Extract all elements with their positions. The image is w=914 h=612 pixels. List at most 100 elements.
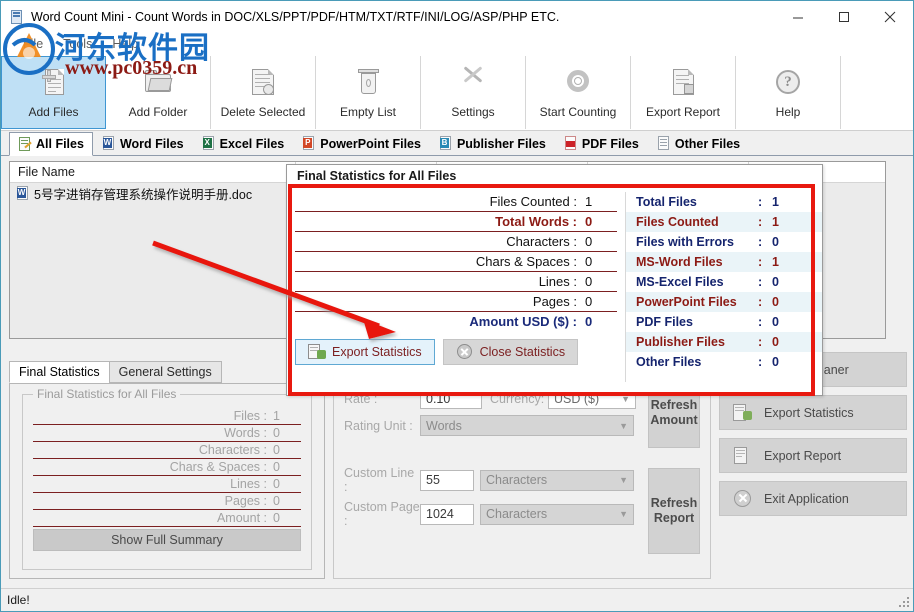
summary-row-publisher-files: Publisher Files : 0 bbox=[626, 332, 822, 352]
summary-value: 1 bbox=[772, 195, 779, 209]
application-window: Word Count Mini - Count Words in DOC/XLS… bbox=[0, 0, 914, 612]
title-bar: Word Count Mini - Count Words in DOC/XLS… bbox=[1, 1, 913, 32]
summary-value: 0 bbox=[772, 335, 779, 349]
summary-label: Files with Errors bbox=[636, 235, 734, 249]
stat-value: 0 bbox=[273, 443, 280, 457]
menu-item-tools[interactable]: Tools bbox=[53, 35, 102, 53]
all-files-icon bbox=[18, 136, 32, 152]
stat-label: Amount USD ($) : bbox=[469, 314, 577, 329]
summary-separator: : bbox=[758, 255, 763, 269]
tab-label: PDF Files bbox=[581, 136, 639, 151]
app-icon bbox=[9, 9, 25, 25]
minimize-button[interactable] bbox=[775, 1, 821, 32]
tab-pdf-files[interactable]: PDF Files bbox=[555, 132, 648, 155]
tab-publisher-files[interactable]: B Publisher Files bbox=[430, 132, 555, 155]
dialog-export-statistics-button[interactable]: Export Statistics bbox=[295, 339, 435, 365]
custom-page-unit-select[interactable]: Characters ▼ bbox=[480, 503, 634, 525]
stat-label: Characters : bbox=[506, 234, 577, 249]
export-report-button[interactable]: Export Report bbox=[719, 438, 907, 473]
export-statistics-button[interactable]: Export Statistics bbox=[719, 395, 907, 430]
summary-separator: : bbox=[758, 195, 763, 209]
toolbar-button-add-files[interactable]: Add Files bbox=[1, 56, 106, 129]
rating-unit-select[interactable]: Words ▼ bbox=[420, 415, 634, 436]
column-header-file-name[interactable]: File Name bbox=[10, 165, 295, 179]
close-button[interactable] bbox=[867, 1, 913, 32]
stat-value: 0 bbox=[585, 254, 593, 269]
stat-value: 0 bbox=[585, 234, 593, 249]
toolbar-label: Help bbox=[775, 104, 801, 119]
tab-powerpoint-files[interactable]: P PowerPoint Files bbox=[293, 132, 430, 155]
chevron-down-icon: ▼ bbox=[619, 475, 628, 485]
chevron-down-icon: ▼ bbox=[619, 420, 628, 431]
dialog-title: Final Statistics for All Files bbox=[297, 169, 457, 183]
word-file-icon: W bbox=[102, 136, 116, 151]
resize-grip-icon[interactable] bbox=[899, 597, 909, 607]
tab-other-files[interactable]: Other Files bbox=[648, 132, 749, 155]
toolbar-button-delete-selected[interactable]: Delete Selected bbox=[211, 56, 316, 129]
summary-value: 0 bbox=[772, 235, 779, 249]
tab-excel-files[interactable]: X Excel Files bbox=[193, 132, 294, 155]
other-file-icon bbox=[657, 136, 671, 151]
toolbar-button-empty-list[interactable]: Empty List bbox=[316, 56, 421, 129]
stat-row-amount: Amount : 0 bbox=[33, 511, 301, 527]
custom-page-input[interactable]: 1024 bbox=[420, 503, 474, 525]
custom-line-unit-select[interactable]: Characters ▼ bbox=[480, 469, 634, 491]
final-statistics-panel: Final Statistics for All Files Files : 1… bbox=[9, 383, 325, 579]
toolbar-label: Add Folder bbox=[128, 104, 188, 119]
start-counting-icon bbox=[560, 67, 596, 101]
refresh-report-button[interactable]: Refresh Report bbox=[648, 468, 700, 554]
summary-value: 1 bbox=[772, 255, 779, 269]
show-full-summary-button[interactable]: Show Full Summary bbox=[33, 529, 301, 551]
stat-label: Pages : bbox=[224, 494, 267, 508]
summary-value: 0 bbox=[772, 295, 779, 309]
tab-word-files[interactable]: W Word Files bbox=[93, 132, 193, 155]
dialog-button-label: Close Statistics bbox=[479, 345, 566, 359]
exit-application-button[interactable]: Exit Application bbox=[719, 481, 907, 516]
dialog-close-statistics-button[interactable]: Close Statistics bbox=[442, 339, 579, 365]
dialog-stat-amount-usd: Amount USD ($) : 0 bbox=[295, 314, 617, 331]
summary-separator: : bbox=[758, 335, 763, 349]
rating-unit-label: Rating Unit : bbox=[344, 418, 413, 433]
group-title: Final Statistics for All Files bbox=[33, 387, 181, 401]
toolbar-button-help[interactable]: ? Help bbox=[736, 56, 841, 129]
menu-item-file[interactable]: File bbox=[13, 35, 53, 53]
custom-line-label: Custom Line : bbox=[344, 466, 415, 494]
stat-label: Chars & Spaces : bbox=[475, 254, 577, 269]
stat-label: Amount : bbox=[216, 511, 267, 525]
custom-line-unit-value: Characters bbox=[486, 473, 548, 487]
summary-row-files-with-errors: Files with Errors : 0 bbox=[626, 232, 822, 252]
summary-separator: : bbox=[758, 215, 763, 229]
maximize-button[interactable] bbox=[821, 1, 867, 32]
pdf-file-icon bbox=[564, 136, 578, 151]
toolbar-button-settings[interactable]: Settings bbox=[421, 56, 526, 129]
toolbar-button-start-counting[interactable]: Start Counting bbox=[526, 56, 631, 129]
rating-unit-value: Words bbox=[426, 418, 462, 433]
delete-selected-icon bbox=[245, 67, 281, 101]
summary-label: PowerPoint Files bbox=[636, 295, 737, 309]
dialog-stat-lines: Lines : 0 bbox=[295, 274, 617, 292]
file-name: 5号字进销存管理系统操作说明手册.doc bbox=[34, 187, 253, 202]
tab-label: Other Files bbox=[674, 136, 741, 151]
menu-item-help[interactable]: Help bbox=[102, 35, 148, 53]
tab-label: Word Files bbox=[119, 136, 184, 151]
stat-value: 0 bbox=[585, 294, 593, 309]
dialog-right-stats: Total Files : 1 Files Counted : 1 Files … bbox=[626, 186, 822, 388]
summary-separator: : bbox=[758, 235, 763, 249]
custom-line-input[interactable]: 55 bbox=[420, 469, 474, 491]
stat-label: Total Words : bbox=[495, 214, 577, 229]
add-files-icon bbox=[36, 67, 72, 101]
tab-all-files[interactable]: All Files bbox=[9, 132, 93, 156]
tab-label: Publisher Files bbox=[456, 136, 546, 151]
toolbar-button-export-report[interactable]: Export Report bbox=[631, 56, 736, 129]
tab-final-statistics[interactable]: Final Statistics bbox=[9, 361, 110, 383]
toolbar-button-add-folder[interactable]: Add Folder bbox=[106, 56, 211, 129]
tab-general-settings[interactable]: General Settings bbox=[108, 361, 222, 383]
settings-icon bbox=[455, 65, 491, 101]
stat-value: 0 bbox=[585, 314, 593, 329]
final-statistics-dialog: Final Statistics for All Files Files Cou… bbox=[286, 164, 823, 396]
help-icon: ? bbox=[770, 67, 806, 101]
summary-label: PDF Files bbox=[636, 315, 693, 329]
summary-label: Total Files bbox=[636, 195, 697, 209]
stat-label: Files Counted : bbox=[489, 194, 577, 209]
exit-icon bbox=[732, 488, 754, 510]
